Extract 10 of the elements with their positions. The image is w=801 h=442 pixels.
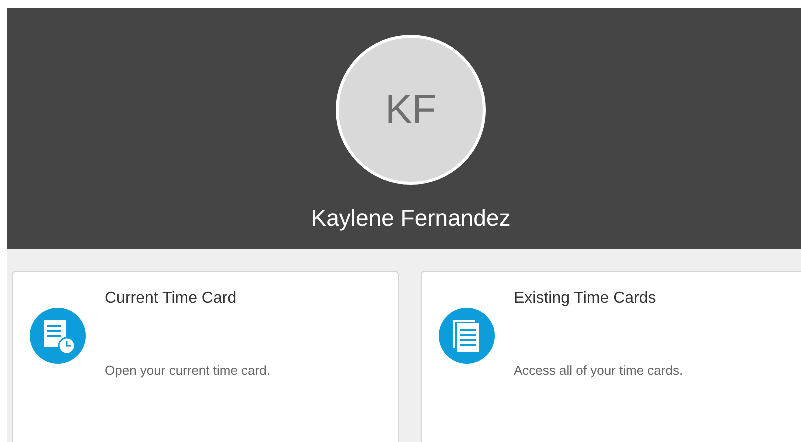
card-description: Open your current time card. (105, 363, 270, 378)
user-name: Kaylene Fernandez (311, 205, 511, 232)
time-card-tile[interactable]: Existing Time Cards Access all of your time cards. (421, 271, 801, 442)
document-clock-icon (30, 308, 86, 364)
card-title: Existing Time Cards (514, 290, 658, 308)
avatar: KF (336, 35, 486, 185)
documents-icon (439, 308, 495, 364)
card-description: Access all of your time cards. (514, 363, 684, 378)
card-title: Current Time Card (105, 290, 238, 308)
time-card-tile[interactable]: Current Time Card Open your current time card. (12, 271, 399, 442)
